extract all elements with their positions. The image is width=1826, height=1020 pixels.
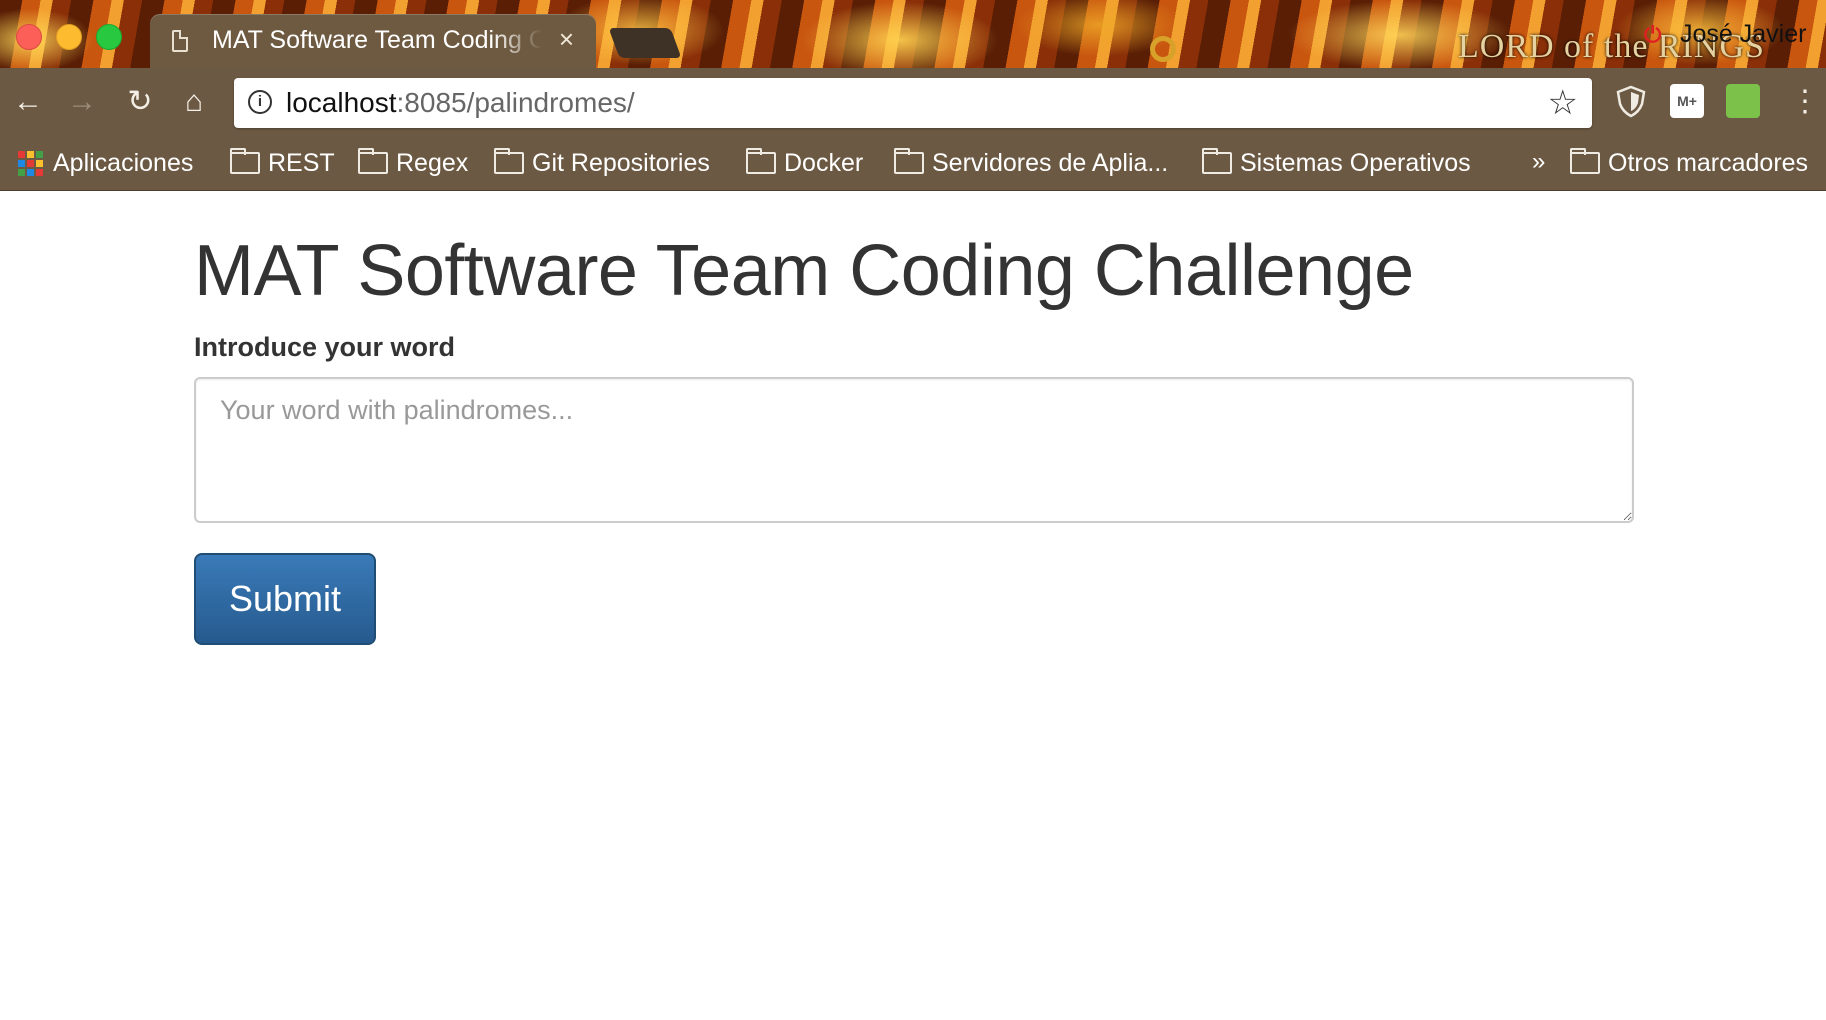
folder-icon [1570, 148, 1600, 174]
bookmark-folder-label: Servidores de Aplia... [932, 148, 1169, 177]
bookmark-star-icon[interactable]: ☆ [1548, 83, 1578, 123]
profile-sync-icon[interactable]: ⏻ [1644, 22, 1670, 48]
minimize-window-button[interactable] [56, 24, 82, 50]
new-tab-button[interactable] [608, 28, 682, 58]
tab-title: MAT Software Team Coding Challenge [212, 26, 542, 54]
browser-tab-active[interactable]: MAT Software Team Coding Challenge × [150, 14, 596, 68]
apps-grid-icon [18, 150, 43, 176]
browser-toolbar: ← → ↻ ⌂ i localhost:8085/palindromes/ ☆ … [0, 68, 1826, 136]
bookmark-folder-label: Sistemas Operativos [1240, 148, 1471, 177]
bookmark-folder-servidores[interactable]: Servidores de Aplia... [894, 146, 1168, 180]
page-icon [172, 30, 188, 52]
folder-icon [746, 148, 776, 174]
maximize-window-button[interactable] [96, 24, 122, 50]
browser-menu-icon[interactable]: ⋮ [1790, 80, 1820, 124]
info-icon[interactable]: i [248, 90, 272, 114]
shield-extension-icon[interactable] [1614, 84, 1648, 118]
submit-button[interactable]: Submit [194, 553, 376, 645]
folder-icon [894, 148, 924, 174]
bookmark-folder-rest[interactable]: REST [230, 146, 335, 180]
page-title: MAT Software Team Coding Challenge [194, 231, 1414, 311]
bookmarks-overflow-chevron-icon[interactable]: » [1532, 148, 1545, 176]
bookmark-folder-label: REST [268, 148, 335, 177]
reload-button[interactable]: ↻ [118, 80, 162, 124]
m-plus-extension-icon[interactable]: M+ [1670, 84, 1704, 118]
bookmark-other[interactable]: Otros marcadores [1570, 146, 1808, 180]
bookmark-folder-label: Regex [396, 148, 469, 177]
bookmark-other-label: Otros marcadores [1608, 148, 1809, 177]
bookmark-apps-label: Aplicaciones [53, 148, 194, 177]
close-window-button[interactable] [16, 24, 42, 50]
bookmark-apps[interactable]: Aplicaciones [18, 146, 193, 180]
back-button[interactable]: ← [6, 80, 50, 124]
bookmark-folder-git[interactable]: Git Repositories [494, 146, 710, 180]
profile-name[interactable]: José Javier [1680, 20, 1806, 49]
folder-icon [230, 148, 260, 174]
forward-button[interactable]: → [60, 80, 104, 124]
leaf-extension-icon[interactable] [1726, 84, 1760, 118]
url-host: localhost [286, 87, 397, 118]
url-text[interactable]: localhost:8085/palindromes/ [286, 87, 635, 119]
page-content: MAT Software Team Coding Challenge Intro… [194, 226, 1634, 645]
tab-close-icon[interactable]: × [559, 24, 574, 55]
browser-titlebar: MAT Software Team Coding Challenge × LOR… [0, 0, 1826, 68]
folder-icon [358, 148, 388, 174]
bookmark-folder-docker[interactable]: Docker [746, 146, 863, 180]
bookmark-folder-label: Docker [784, 148, 864, 177]
url-path: :8085/palindromes/ [396, 87, 635, 118]
ring-decoration-icon [1150, 36, 1176, 62]
folder-icon [1202, 148, 1232, 174]
address-bar[interactable]: i localhost:8085/palindromes/ ☆ [234, 78, 1592, 128]
bookmark-folder-label: Git Repositories [532, 148, 710, 177]
folder-icon [494, 148, 524, 174]
bookmarks-bar: Aplicaciones REST Regex Git Repositories… [0, 136, 1826, 191]
word-label: Introduce your word [194, 332, 456, 362]
bookmark-folder-regex[interactable]: Regex [358, 146, 468, 180]
word-textarea[interactable] [194, 377, 1634, 523]
home-button[interactable]: ⌂ [172, 80, 216, 124]
bookmark-folder-sistemas[interactable]: Sistemas Operativos [1202, 146, 1471, 180]
